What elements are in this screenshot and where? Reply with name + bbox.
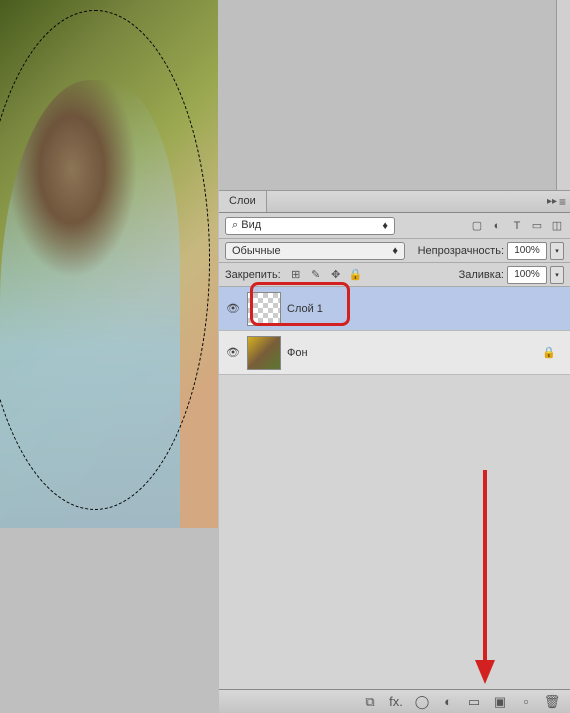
filter-adjust-icon[interactable]: ◐ [490,219,504,233]
lock-brush-icon[interactable]: ✎ [309,268,323,282]
link-layers-icon[interactable]: ⧉ [362,694,378,710]
layer-fx-icon[interactable]: fx. [388,694,404,710]
collapse-icon[interactable]: ▸▸ [547,196,557,207]
blend-mode-label: Обычные [232,245,281,257]
layers-panel: Слои ▸▸ ≡ ⌕ Вид ♦ ▢ ◐ T ▭ ◫ Обычные ♦ Не… [219,190,570,713]
blend-row: Обычные ♦ Непрозрачность: 100% ▾ [219,239,570,263]
layers-bottom-toolbar: ⧉ fx. ◯ ◐ ▭ ▣ ▫ 🗑 [219,689,570,713]
panel-tab-bar: Слои ▸▸ ≡ [219,191,570,213]
filter-image-icon[interactable]: ▢ [470,219,484,233]
workspace-bg-right [219,0,570,190]
filter-shape-icon[interactable]: ▭ [530,219,544,233]
lock-pixels-icon[interactable]: ⊞ [289,268,303,282]
filter-smart-icon[interactable]: ◫ [550,219,564,233]
opacity-dropdown[interactable]: ▾ [550,242,564,260]
blend-mode-select[interactable]: Обычные ♦ [225,242,405,260]
lock-label: Закрепить: [225,269,281,281]
delete-layer-icon[interactable]: 🗑 [544,694,560,710]
opacity-label: Непрозрачность: [418,245,504,257]
fill-label: Заливка: [459,269,504,281]
layer-filter-row: ⌕ Вид ♦ ▢ ◐ T ▭ ◫ [219,213,570,239]
filter-label: Вид [241,219,261,231]
annotation-arrow [475,470,495,690]
lock-move-icon[interactable]: ✥ [329,268,343,282]
chevron-icon: ♦ [382,220,388,232]
layer-name-label[interactable]: Фон [287,347,308,359]
layer-row[interactable]: 👁 Фон 🔒 [219,331,570,375]
panel-menu-icon[interactable]: ≡ [559,195,566,209]
visibility-icon[interactable]: 👁 [225,302,241,315]
visibility-icon[interactable]: 👁 [225,346,241,359]
filter-kind-select[interactable]: ⌕ Вид ♦ [225,217,395,235]
canvas-area[interactable] [0,0,218,528]
annotation-highlight [250,282,350,326]
chevron-icon: ♦ [392,245,398,257]
search-icon: ⌕ [232,219,238,231]
layer-thumbnail[interactable] [247,336,281,370]
add-mask-icon[interactable]: ◯ [414,694,430,710]
lock-icon: 🔒 [542,346,564,359]
filter-type-icon[interactable]: T [510,219,524,233]
fill-dropdown[interactable]: ▾ [550,266,564,284]
tab-layers[interactable]: Слои [219,191,267,212]
new-group-icon[interactable]: ▭ [466,694,482,710]
new-layer-icon-2[interactable]: ▫ [518,694,534,710]
fill-input[interactable]: 100% [507,266,547,284]
workspace-bg [0,528,218,713]
lock-all-icon[interactable]: 🔒 [349,268,363,282]
vertical-scrollbar[interactable] [556,0,570,190]
opacity-input[interactable]: 100% [507,242,547,260]
new-layer-icon[interactable]: ▣ [492,694,508,710]
adjustment-layer-icon[interactable]: ◐ [440,694,456,710]
